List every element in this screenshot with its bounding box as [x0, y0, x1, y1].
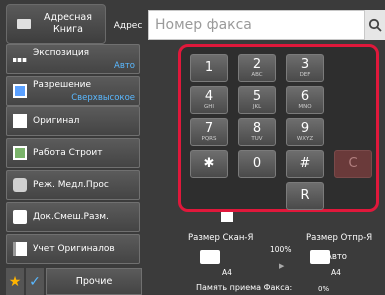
key-digit: 3: [300, 57, 310, 72]
menu-value: Авто: [114, 61, 135, 71]
scan-size-label[interactable]: Размер Скан-Я: [188, 233, 253, 243]
key-hash[interactable]: #: [286, 150, 324, 178]
send-paper-size: A4: [331, 268, 341, 277]
key-digit: 4: [204, 89, 214, 104]
key-redial[interactable]: R: [286, 182, 324, 210]
key-digit: 2: [252, 57, 262, 72]
key-digit: C: [348, 156, 358, 171]
key-letters: ABC: [251, 72, 263, 78]
job-build-icon: [13, 146, 27, 160]
send-size-value: Авто: [326, 252, 347, 262]
key-digit: 8: [252, 121, 262, 136]
star-icon[interactable]: ★: [6, 268, 24, 295]
key-letters: TUV: [251, 136, 263, 142]
menu-mixed-size[interactable]: Док.Смеш.Разм.: [6, 202, 140, 232]
key-digit: R: [300, 188, 310, 203]
resolution-icon: [13, 84, 27, 98]
exposure-icon: [13, 58, 27, 62]
other-button[interactable]: Прочие: [46, 268, 142, 295]
key-digit: 5: [252, 89, 262, 104]
bottom-bar: ★ ✓ Прочие: [6, 268, 142, 295]
fax-number-input[interactable]: Номер факса: [148, 10, 365, 40]
menu-resolution[interactable]: Разрешение Сверхвысокое: [6, 76, 140, 106]
address-button[interactable]: Адрес: [110, 12, 146, 40]
key-7[interactable]: 7 PQRS: [190, 118, 228, 146]
key-clear[interactable]: C: [334, 150, 372, 178]
menu-label: Экспозиция: [33, 48, 90, 58]
address-book-label: Адресная Книга: [44, 12, 92, 35]
key-asterisk[interactable]: ✱: [190, 150, 228, 178]
key-digit: 0: [252, 156, 262, 171]
key-digit: 1: [204, 60, 214, 75]
key-letters: MNO: [298, 104, 312, 110]
menu-job-build[interactable]: Работа Строит: [6, 138, 140, 168]
ratio-value: 100%: [270, 245, 292, 254]
original-icon: [13, 114, 27, 128]
menu-value: Сверхвысокое: [71, 93, 135, 103]
search-icon: [368, 18, 382, 32]
key-digit: 7: [204, 121, 214, 136]
key-letters: GHI: [203, 104, 215, 110]
arrow-right-icon: ▶: [279, 262, 285, 270]
address-book-button[interactable]: Адресная Книга: [6, 4, 106, 44]
menu-label: Работа Строит: [33, 147, 103, 158]
key-digit: 9: [300, 121, 310, 136]
menu-label: Реж. Медл.Прос: [33, 179, 109, 190]
address-book-icon: [17, 19, 31, 29]
mixed-size-icon: [13, 210, 27, 224]
menu-label: Учет Оригиналов: [33, 243, 115, 254]
key-3[interactable]: 3 DEF: [286, 54, 324, 82]
key-letters: WXYZ: [296, 136, 314, 142]
menu-exposure[interactable]: Экспозиция Авто: [6, 44, 140, 74]
menu-label: Оригинал: [33, 115, 80, 126]
original-count-icon: [13, 242, 27, 256]
menu-slow-scan[interactable]: Реж. Медл.Прос: [6, 170, 140, 200]
key-5[interactable]: 5 JKL: [238, 86, 276, 114]
key-9[interactable]: 9 WXYZ: [286, 118, 324, 146]
keypad-panel: 1 2 ABC 3 DEF 4 GHI 5 JKL 6 MNO 7 PQRS 8 TUV 9W…: [178, 44, 379, 212]
key-2[interactable]: 2 ABC: [238, 54, 276, 82]
key-digit: #: [299, 156, 311, 171]
send-size-label[interactable]: Размер Отпр-Я: [306, 233, 372, 243]
key-letters: DEF: [299, 72, 311, 78]
search-button[interactable]: [365, 10, 385, 40]
key-6[interactable]: 6 MNO: [286, 86, 324, 114]
key-0[interactable]: 0: [238, 150, 276, 178]
key-letters: PQRS: [201, 136, 217, 142]
scan-paper-size: A4: [222, 268, 232, 277]
menu-original[interactable]: Оригинал: [6, 106, 140, 136]
memory-value: 0%: [318, 285, 330, 293]
scanner-icon: [221, 212, 233, 222]
key-8[interactable]: 8 TUV: [238, 118, 276, 146]
slow-scan-icon: [13, 178, 27, 192]
key-digit: 6: [300, 89, 310, 104]
menu-label: Док.Смеш.Разм.: [33, 211, 109, 222]
key-letters: JKL: [252, 104, 262, 110]
key-4[interactable]: 4 GHI: [190, 86, 228, 114]
key-1[interactable]: 1: [190, 54, 228, 82]
key-digit: ✱: [203, 156, 215, 171]
menu-label: Разрешение: [33, 80, 92, 90]
check-icon[interactable]: ✓: [26, 268, 44, 295]
scan-paper-icon: [200, 250, 220, 264]
memory-label: Память приема Факса:: [196, 283, 293, 292]
menu-original-count[interactable]: Учет Оригиналов: [6, 234, 140, 264]
